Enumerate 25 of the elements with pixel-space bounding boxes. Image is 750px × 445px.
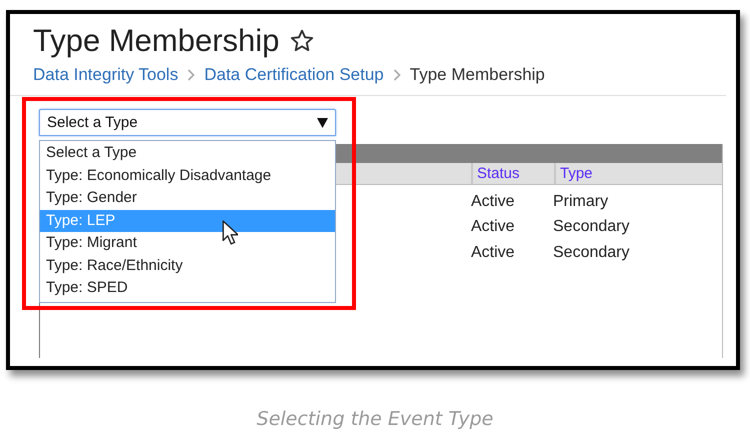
figure-caption: Selecting the Event Type [256,408,494,430]
cursor-icon [222,220,238,245]
column-header[interactable]: Status [473,163,556,184]
breadcrumb-link[interactable]: Data Certification Setup [204,64,384,86]
table-cell: Secondary [553,218,630,235]
dropdown-option[interactable]: Type: Economically Disadvantage [40,164,335,187]
column-header[interactable]: Type [556,163,722,184]
dropdown-option[interactable]: Select a Type [40,142,335,164]
dropdown-option[interactable]: Type: SPED [40,277,335,300]
table-cell: Primary [553,192,608,210]
table-cell: Active [471,218,515,235]
table-cell: Active [471,244,515,260]
page-title: Type Membership [33,22,280,60]
breadcrumb-current: Type Membership [410,64,545,86]
caret-icon [317,118,328,128]
table-cell: Active [471,192,515,210]
chevron-icon [392,69,401,81]
dropdown-option[interactable]: Type: Race/Ethnicity [40,254,335,277]
dropdown-option[interactable]: Type: Migrant [40,232,335,254]
table-cell: Secondary [553,244,630,260]
breadcrumb-link[interactable]: Data Integrity Tools [33,64,178,86]
chevron-icon [187,69,196,81]
star-icon[interactable] [289,28,316,54]
dropdown-option[interactable]: Type: Gender [40,187,335,210]
type-select[interactable]: Select a Type [39,109,336,136]
